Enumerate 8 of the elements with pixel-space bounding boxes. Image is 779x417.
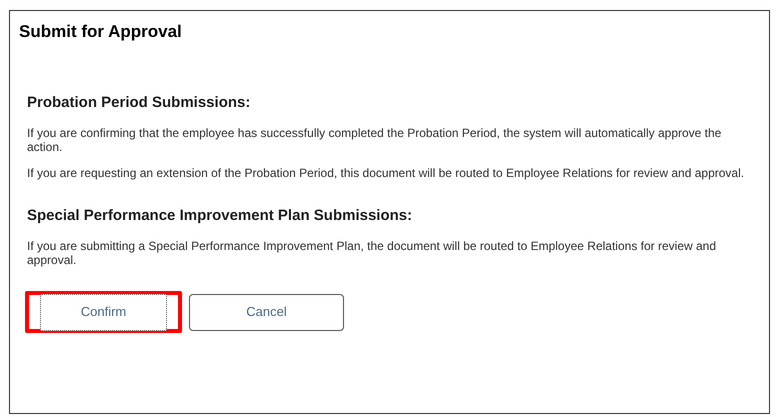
dialog-button[interactable]: Cancel — [189, 294, 344, 330]
info-paragraph: If you are confirming that the employee has successfully completed the Probation Period, the system will automatically approve the action. — [27, 126, 722, 154]
section-heading: Probation Period Submissions: — [27, 93, 252, 113]
info-paragraph: If you are requesting an extension of the Probation Period, this document will be routed to Employee Relations for review and approval. — [27, 166, 746, 180]
dialog-button[interactable]: Confirm — [40, 294, 167, 330]
info-paragraph: If you are submitting a Special Performance Improvement Plan, the document will be routed to Employee Relations for review and approval. — [27, 239, 718, 267]
section-heading: Special Performance Improvement Plan Submissions: — [27, 206, 414, 226]
dialog-title: Submit for Approval — [19, 21, 183, 43]
